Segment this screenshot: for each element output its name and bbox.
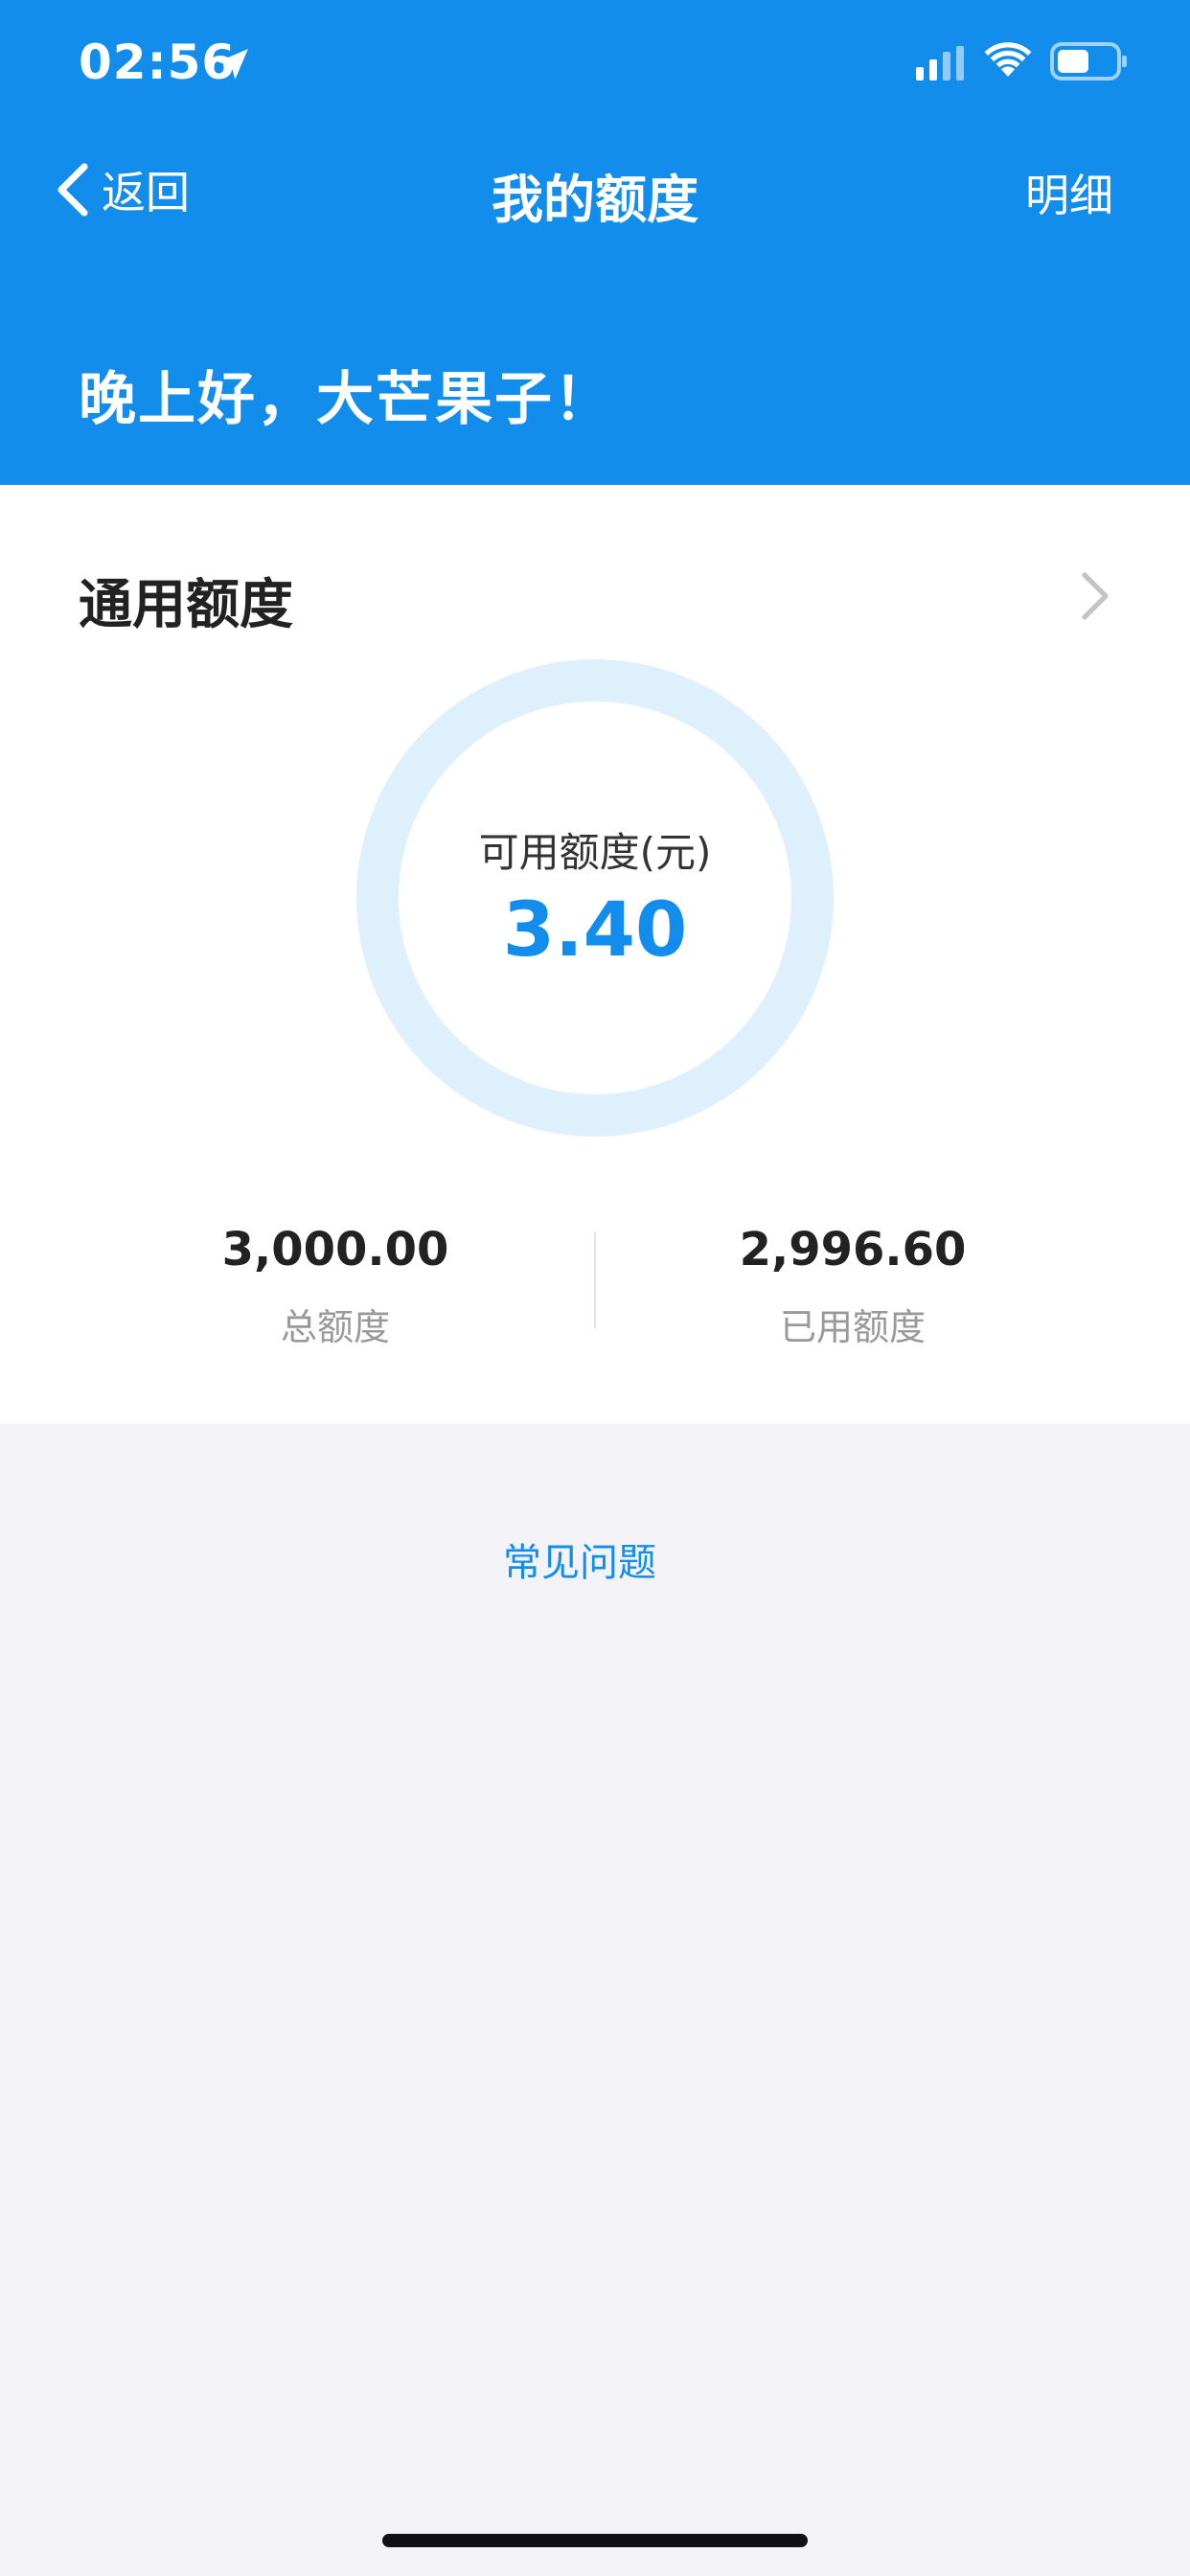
used-quota-stat: 2,996.60 已用额度: [613, 1223, 1092, 1350]
wifi-icon: [984, 42, 1032, 77]
detail-button[interactable]: 明细: [1025, 161, 1113, 224]
home-indicator: [382, 2534, 808, 2547]
used-quota-label: 已用额度: [779, 1306, 926, 1348]
total-quota-value: 3,000.00: [221, 1223, 449, 1276]
location-arrow-icon: [217, 49, 248, 80]
signal-icon: [916, 46, 964, 80]
card-title: 通用额度: [79, 574, 293, 636]
total-quota-stat: 3,000.00 总额度: [96, 1223, 575, 1350]
total-quota-label: 总额度: [280, 1306, 390, 1348]
nav-bar: 返回 我的额度 明细: [0, 144, 1190, 236]
battery-icon: [1050, 42, 1127, 80]
header: 02:56 返回 我的额度 明细 晚上好，大芒果子！: [0, 0, 1190, 485]
greeting-text: 晚上好，大芒果子！: [79, 366, 613, 433]
status-time: 02:56: [79, 34, 237, 90]
available-label: 可用额度(元): [478, 829, 712, 876]
quota-card: 通用额度 可用额度(元) 3.40 3,000.00 总额度 2,996.60 …: [0, 485, 1190, 1424]
stat-divider: [594, 1232, 596, 1328]
used-quota-value: 2,996.60: [739, 1223, 967, 1276]
status-bar: 02:56: [0, 0, 1190, 134]
chevron-right-icon: [1082, 572, 1109, 620]
available-value: 3.40: [502, 887, 688, 974]
faq-link[interactable]: 常见问题: [0, 1531, 1159, 1587]
quota-page: 02:56 返回 我的额度 明细 晚上好，大芒果子！ 通用额度 可用额度(元) …: [0, 0, 1190, 2576]
page-title: 我的额度: [492, 170, 698, 230]
